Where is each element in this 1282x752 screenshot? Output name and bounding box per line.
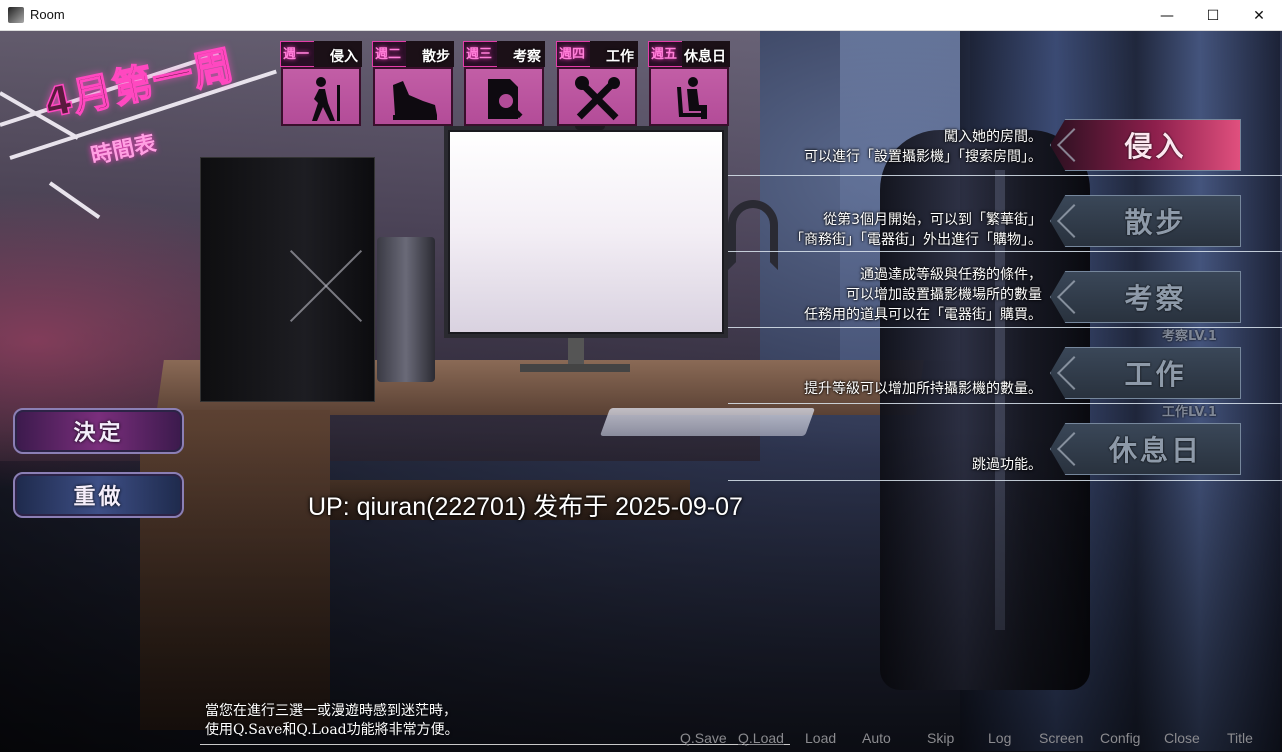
description-work: 提升等級可以增加所持攝影機的數量。 — [804, 379, 1042, 399]
week-action-label: 休息日 — [684, 49, 726, 65]
week-action-label: 侵入 — [330, 49, 358, 65]
week-slot-fri[interactable]: 週五 休息日 — [648, 41, 730, 127]
hint-text: 當您在進行三選一或漫遊時感到迷茫時， 使用Q.Save和Q.Load功能將非常方… — [205, 702, 459, 740]
button-label: 工作 — [1124, 358, 1187, 391]
description-line: 從第3個月開始，可以到「繁華街」 — [823, 212, 1042, 228]
week-icon-box — [373, 67, 453, 126]
description-rest: 跳過功能。 — [972, 455, 1042, 475]
description-walk: 從第3個月開始，可以到「繁華街」 「商務街」「電器街」外出進行「購物」。 — [790, 210, 1042, 250]
week-icon-box — [281, 67, 361, 126]
week-action-label: 考察 — [513, 49, 541, 65]
divider — [728, 251, 1282, 252]
description-line: 可以增加設置攝影機場所的數量 — [846, 287, 1042, 303]
redo-button[interactable]: 重做 — [13, 472, 184, 518]
divider — [728, 480, 1282, 481]
week-slot-wed[interactable]: 週三 考察 — [463, 41, 545, 127]
week-action-label: 散步 — [422, 49, 450, 65]
divider — [728, 175, 1282, 176]
quick-load-button[interactable]: Q.Load — [738, 730, 784, 746]
description-line: 可以進行「設置攝影機」「搜索房間」。 — [804, 149, 1042, 165]
menu-button-investigate[interactable]: 考察 — [1050, 271, 1241, 323]
close-window-button[interactable]: ✕ — [1236, 0, 1282, 31]
description-line: 闖入她的房間。 — [944, 129, 1042, 145]
decide-button[interactable]: 決定 — [13, 408, 184, 454]
description-investigate: 通過達成等級與任務的條件， 可以增加設置攝影機場所的數量 任務用的道具可以在「電… — [804, 265, 1042, 325]
quick-save-button[interactable]: Q.Save — [680, 730, 727, 746]
app-icon — [8, 7, 24, 23]
config-button[interactable]: Config — [1100, 730, 1140, 746]
week-label: 週一 — [283, 47, 310, 62]
minimize-button[interactable]: — — [1144, 0, 1190, 31]
button-label: 休息日 — [1108, 434, 1202, 467]
week-label: 週四 — [559, 47, 586, 62]
description-intrude: 闖入她的房間。 可以進行「設置攝影機」「搜索房間」。 — [804, 127, 1042, 167]
week-label: 週二 — [375, 47, 402, 62]
menu-button-work[interactable]: 工作 — [1050, 347, 1241, 399]
window-titlebar: Room — ☐ ✕ — [0, 0, 1282, 31]
button-label: 散步 — [1124, 206, 1187, 239]
maximize-button[interactable]: ☐ — [1190, 0, 1236, 31]
resting-person-icon — [677, 77, 707, 119]
divider — [728, 403, 1282, 404]
window-title: Room — [30, 7, 65, 22]
menu-button-intrude[interactable]: 侵入 — [1050, 119, 1241, 171]
hint-line: 使用Q.Save和Q.Load功能將非常方便。 — [205, 722, 459, 738]
close-button[interactable]: Close — [1164, 730, 1200, 746]
week-icon-box — [649, 67, 729, 126]
search-document-icon — [488, 79, 523, 119]
log-button[interactable]: Log — [988, 730, 1011, 746]
tools-icon — [575, 76, 620, 121]
shoe-icon — [393, 81, 437, 120]
week-slot-thu[interactable]: 週四 工作 — [556, 41, 638, 127]
quick-menu: Q.Save Q.Load Load Auto Skip Log Screen … — [670, 730, 1270, 748]
walking-person-icon — [312, 77, 340, 121]
auto-button[interactable]: Auto — [862, 730, 891, 746]
description-line: 跳過功能。 — [972, 457, 1042, 473]
week-icon-box — [557, 67, 637, 126]
week-label: 週三 — [466, 47, 493, 62]
week-action-label: 工作 — [606, 49, 634, 65]
description-line: 提升等級可以增加所持攝影機的數量。 — [804, 381, 1042, 397]
hint-line: 當您在進行三選一或漫遊時感到迷茫時， — [205, 703, 457, 719]
title-button[interactable]: Title — [1227, 730, 1253, 746]
button-label: 考察 — [1124, 282, 1187, 315]
load-button[interactable]: Load — [805, 730, 836, 746]
description-line: 通過達成等級與任務的條件， — [860, 267, 1042, 283]
week-slot-tue[interactable]: 週二 散步 — [372, 41, 454, 127]
screen-button[interactable]: Screen — [1039, 730, 1083, 746]
week-label: 週五 — [651, 47, 678, 62]
menu-button-walk[interactable]: 散步 — [1050, 195, 1241, 247]
description-line: 任務用的道具可以在「電器街」購買。 — [804, 307, 1042, 323]
description-line: 「商務街」「電器街」外出進行「購物」。 — [790, 232, 1042, 248]
button-label: 侵入 — [1124, 130, 1187, 163]
banner-stripe — [48, 181, 101, 220]
uploader-watermark: UP: qiuran(222701) 发布于 2025-09-07 — [308, 493, 743, 521]
week-slot-mon[interactable]: 週一 侵入 — [280, 41, 362, 127]
week-icon-box — [464, 67, 544, 126]
divider — [728, 327, 1282, 328]
skip-button[interactable]: Skip — [927, 730, 954, 746]
menu-button-rest[interactable]: 休息日 — [1050, 423, 1241, 475]
